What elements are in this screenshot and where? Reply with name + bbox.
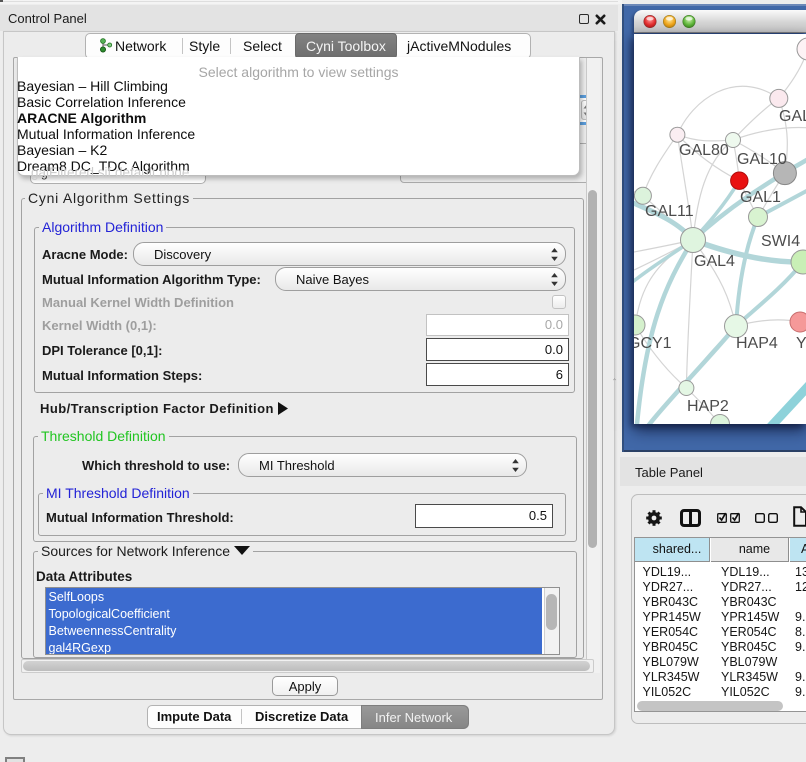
svg-text:GAL10: GAL10 (737, 151, 787, 168)
svg-text:YD: YD (796, 335, 806, 352)
svg-text:HAP4: HAP4 (736, 335, 778, 352)
svg-text:GCY1: GCY1 (634, 335, 672, 352)
svg-text:GAL11: GAL11 (645, 203, 694, 220)
svg-text:SWI4: SWI4 (761, 233, 800, 250)
svg-text:GAL7: GAL7 (779, 108, 806, 125)
svg-text:GAL80: GAL80 (679, 142, 729, 159)
svg-text:HAP2: HAP2 (687, 398, 729, 415)
svg-text:GAL4: GAL4 (694, 253, 735, 270)
svg-text:GAL1: GAL1 (740, 189, 781, 206)
